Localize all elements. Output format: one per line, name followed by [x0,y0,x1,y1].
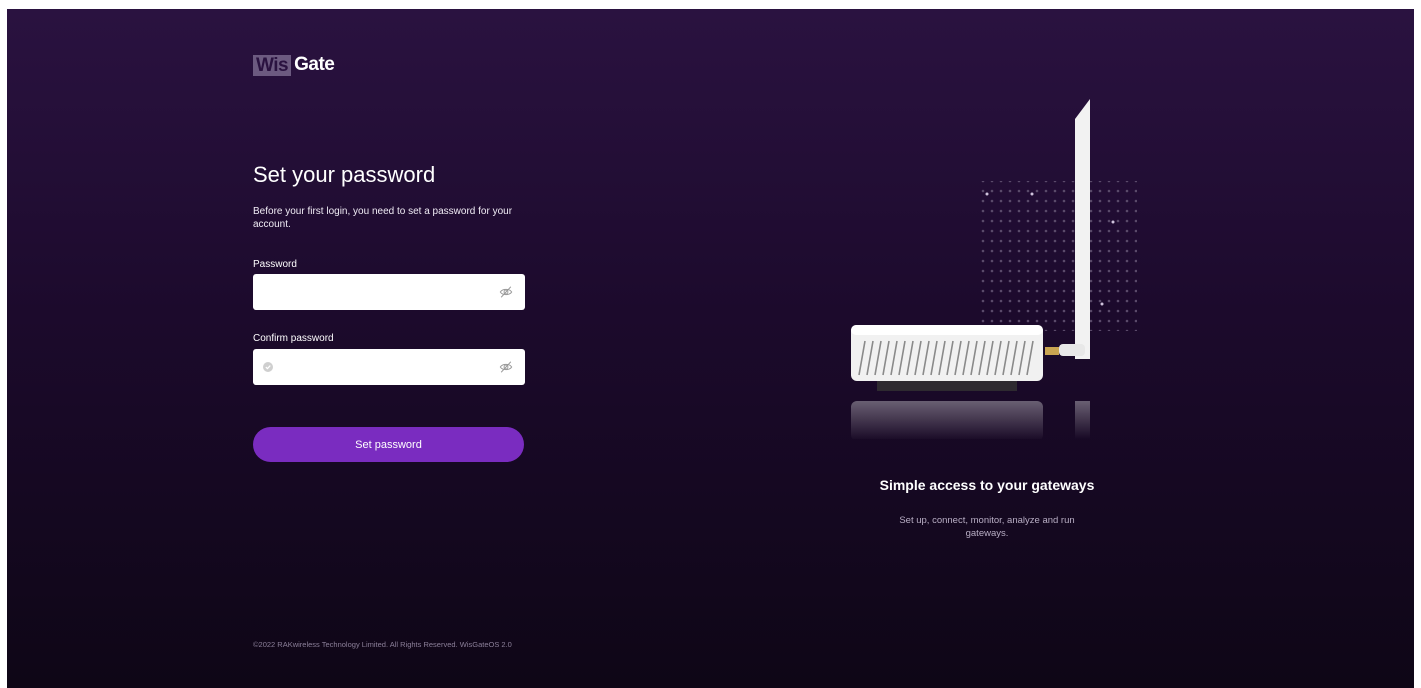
confirm-password-field-container [253,349,525,385]
eye-off-icon[interactable] [499,285,513,299]
gateway-device-illustration [851,99,1137,439]
promo-title: Simple access to your gateways [879,477,1095,493]
password-input[interactable] [253,274,525,310]
wisgate-logo: Wis Gate [253,54,335,76]
page-title: Set your password [253,162,436,187]
set-password-button[interactable]: Set password [253,427,524,462]
logo-gate: Gate [294,54,335,75]
page-description: Before your first login, you need to set… [253,206,513,230]
login-page: Wis Gate Set your password Before your f… [7,9,1414,688]
password-field-container [253,274,525,310]
confirm-password-label: Confirm password [253,333,334,344]
footer-copyright: ©2022 RAKwireless Technology Limited. Al… [253,640,512,649]
password-label: Password [253,259,297,270]
logo-wis: Wis [253,54,292,76]
confirm-password-input[interactable] [253,349,525,385]
eye-off-icon[interactable] [499,360,513,374]
promo-text: Set up, connect, monitor, analyze and ru… [899,515,1075,539]
